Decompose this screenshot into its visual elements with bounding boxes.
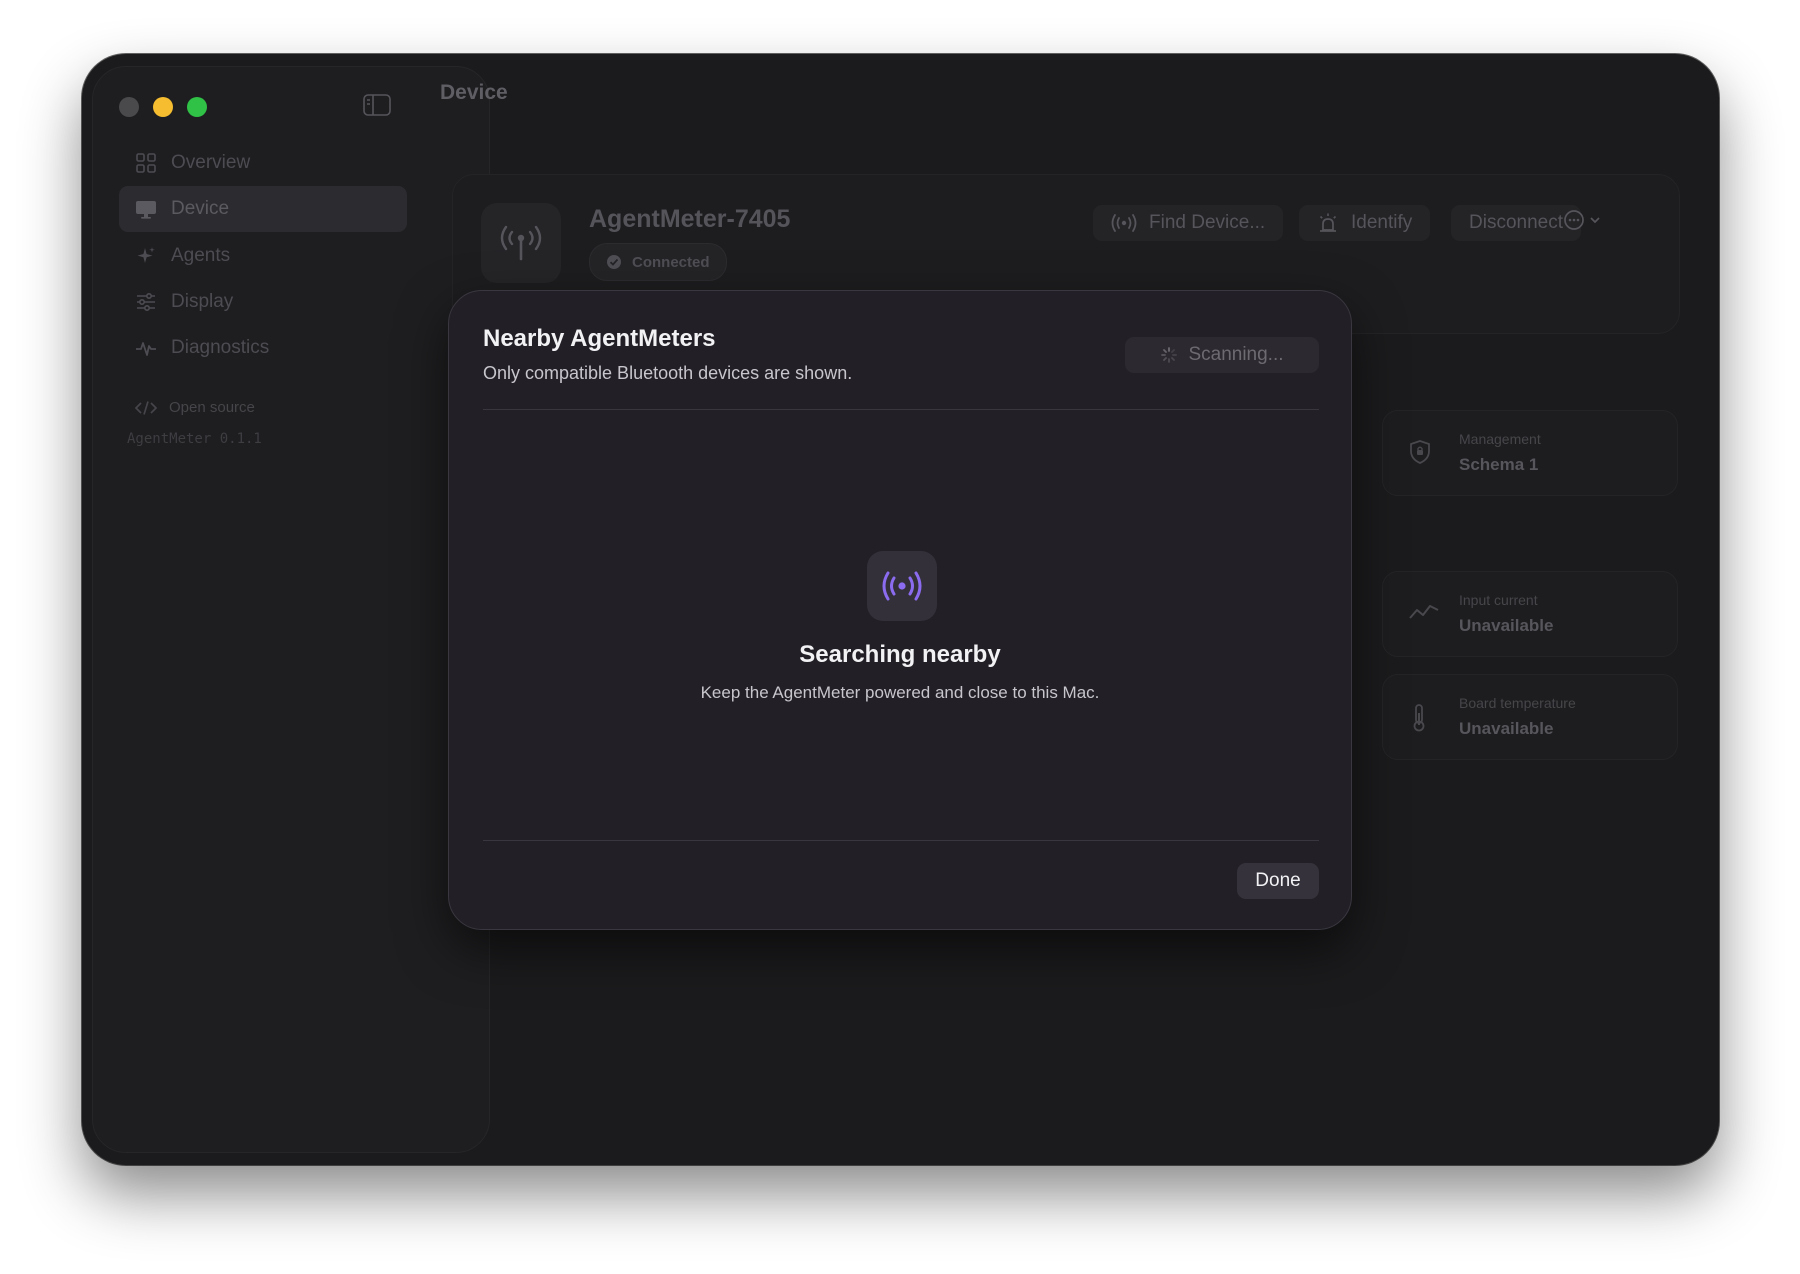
divider (483, 840, 1319, 841)
chevron-down-icon (1590, 217, 1600, 224)
broadcast-icon (882, 571, 922, 601)
status-label: Connected (632, 253, 710, 271)
searching-subtitle: Keep the AgentMeter powered and close to… (700, 683, 1100, 702)
stat-label: Input current (1459, 592, 1538, 608)
find-device-label: Find Device... (1149, 212, 1266, 233)
sidebar-item-label: Device (171, 198, 230, 219)
sidebar-item-label: Diagnostics (171, 337, 270, 358)
broadcast-icon (1111, 214, 1137, 232)
stat-card-management: Management Schema 1 (1382, 410, 1678, 496)
sidebar: Overview Device Agents Display Diagnosti… (92, 66, 490, 1153)
sidebar-item-label: Display (171, 291, 234, 312)
find-device-button[interactable]: Find Device... (1093, 205, 1284, 241)
more-options-button[interactable] (1563, 209, 1602, 231)
grid-icon (136, 153, 156, 173)
sidebar-toggle-icon[interactable] (363, 94, 391, 116)
sidebar-item-label: Overview (171, 152, 251, 173)
antenna-icon (500, 225, 542, 261)
scanning-button[interactable]: Scanning... (1125, 337, 1319, 373)
disconnect-label: Disconnect (1469, 212, 1563, 233)
divider (483, 409, 1319, 410)
status-badge: Connected (589, 243, 727, 281)
disconnect-button[interactable]: Disconnect (1451, 205, 1581, 241)
checkmark-circle-icon (607, 255, 621, 269)
wave-icon (1409, 605, 1439, 619)
scanning-label: Scanning... (1188, 344, 1284, 365)
thermometer-icon (1413, 704, 1425, 732)
searching-icon-box (867, 551, 937, 621)
shield-icon (1410, 440, 1430, 464)
stat-label: Management (1459, 431, 1541, 447)
page-title: Device (440, 81, 508, 104)
stat-card-input-current: Input current Unavailable (1382, 571, 1678, 657)
sidebar-item-diagnostics[interactable]: Diagnostics (119, 325, 407, 371)
sidebar-item-device[interactable]: Device (119, 186, 407, 232)
sparkle-icon (137, 247, 155, 263)
stat-value: Unavailable (1459, 616, 1554, 635)
stat-value: Schema 1 (1459, 455, 1539, 474)
ellipsis-circle-icon (1564, 210, 1584, 230)
sidebar-item-overview[interactable]: Overview (119, 140, 407, 186)
searching-title: Searching nearby (799, 641, 1001, 668)
open-source-link[interactable]: Open source (135, 399, 255, 416)
stat-value: Unavailable (1459, 719, 1554, 738)
device-icon-box (481, 203, 561, 283)
nearby-devices-dialog: Nearby AgentMeters Only compatible Bluet… (448, 290, 1352, 930)
dialog-title: Nearby AgentMeters (483, 325, 716, 352)
identify-button[interactable]: Identify (1299, 205, 1431, 241)
sliders-icon (137, 292, 155, 312)
maximize-window-button[interactable] (187, 97, 207, 117)
monitor-icon (136, 201, 156, 219)
alert-light-icon (1319, 213, 1337, 232)
sidebar-item-display[interactable]: Display (119, 279, 407, 325)
code-icon (135, 400, 157, 415)
sidebar-item-label: Agents (171, 245, 231, 266)
close-window-button[interactable] (119, 97, 139, 117)
minimize-window-button[interactable] (153, 97, 173, 117)
dialog-subtitle: Only compatible Bluetooth devices are sh… (483, 363, 853, 383)
done-button[interactable]: Done (1237, 863, 1319, 899)
spinner-icon (1161, 347, 1178, 363)
identify-label: Identify (1351, 212, 1413, 233)
app-version: AgentMeter 0.1.1 (127, 431, 262, 447)
sidebar-item-agents[interactable]: Agents (119, 233, 407, 279)
stat-card-board-temperature: Board temperature Unavailable (1382, 674, 1678, 760)
device-name: AgentMeter-7405 (589, 205, 791, 233)
app-window: Overview Device Agents Display Diagnosti… (82, 54, 1719, 1165)
open-source-label: Open source (169, 399, 255, 416)
pulse-icon (136, 342, 156, 356)
stat-label: Board temperature (1459, 695, 1576, 711)
